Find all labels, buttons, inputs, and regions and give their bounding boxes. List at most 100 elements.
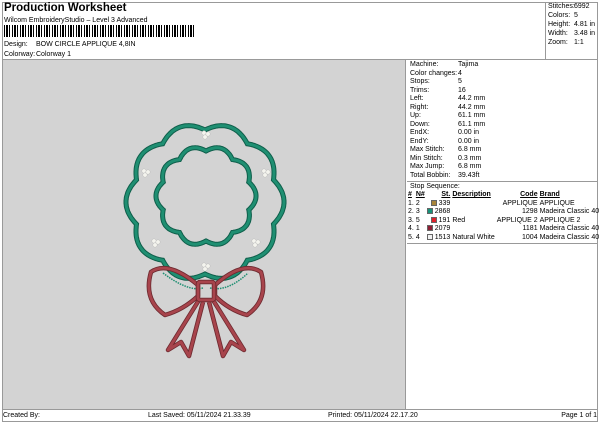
thread-number: 2079 [434, 225, 451, 233]
stat-item: Stops: 5 [410, 78, 595, 87]
thread-brand: APPLIQUE [539, 199, 575, 207]
stat-item-label: Max Stitch: [410, 146, 445, 153]
thread-st: 1513 [426, 233, 452, 243]
needle-number: 2 [415, 199, 420, 207]
design-row: Design: BOW CIRCLE APPLIQUE 4,8IN [4, 41, 136, 48]
stat-item-label: Stops: [410, 78, 430, 85]
thread-brand: APPLIQUE 2 [539, 216, 581, 224]
bow-knot [196, 280, 216, 302]
stat-item: Trims: 16 [410, 87, 595, 96]
stat-item: Min Stitch: 0.3 mm [410, 155, 595, 164]
col-index: # [408, 191, 412, 198]
colorway-label: Colorway: [4, 51, 36, 58]
stat-item-label: Color changes: [410, 69, 458, 77]
stop-row: 3. 5 191 Red APPLIQUE 2 APPLIQUE 2 [407, 216, 600, 226]
summary-item-value: 5 [574, 12, 578, 19]
info-panel: Machine: Tajima Color changes: 4 Stops: 5 Trim… [407, 60, 600, 409]
stat-item: Up: 61.1 mm [410, 112, 595, 121]
thread-st: 2868 [426, 208, 452, 217]
berry [202, 266, 208, 272]
stat-item-label: EndY: [410, 137, 429, 145]
stop-row: 4. 1 2079 1181 Madeira Classic 40 [407, 225, 600, 234]
col-number: N# [415, 191, 425, 198]
design-preview [3, 60, 406, 409]
stat-item: Max Jump: 6.8 mm [410, 163, 595, 172]
stat-item-label: EndX: [410, 129, 430, 136]
colorway-name: Colorway 1 [36, 51, 72, 58]
stop-row: 2. 3 2868 1298 Madeira Classic 40 [407, 208, 600, 217]
thread-number: 339 [438, 199, 451, 207]
thread-st: 191 [426, 216, 452, 226]
stop-index: 2. [408, 208, 414, 216]
summary-item: Width: 3.48 in [546, 29, 598, 38]
berry [252, 242, 258, 248]
thread-number: 1513 [434, 233, 451, 241]
stat-item-value: 44.2 mm [458, 95, 486, 102]
design-name: BOW CIRCLE APPLIQUE 4,8IN [36, 41, 136, 48]
stat-item-value: 39.43ft [458, 171, 480, 179]
thread-number: 2868 [434, 208, 451, 216]
thread-code: 1298 [522, 208, 538, 216]
thread-brand: Madeira Classic 40 [539, 233, 600, 241]
stat-item-value: 5 [458, 78, 462, 85]
stat-item-value: 61.1 mm [458, 120, 486, 128]
stat-item: Color changes: 4 [410, 70, 595, 79]
stat-item-label: Trims: [410, 86, 430, 94]
berry [202, 134, 208, 140]
color-swatch [426, 208, 433, 215]
stat-item: Left: 44.2 mm [410, 95, 595, 104]
thread-code: 1181 [522, 225, 538, 233]
stat-item-value: 6.8 mm [458, 146, 482, 153]
summary-item-label: Colors: [548, 12, 571, 19]
thread-description [451, 208, 495, 217]
created-by: Created By: [3, 412, 40, 419]
berry [261, 168, 267, 174]
stat-item-label: Left: [410, 95, 424, 102]
summary-item-value: 1:1 [574, 39, 584, 46]
summary-item-label: Zoom: [548, 39, 568, 46]
thread-brand: Madeira Classic 40 [539, 208, 600, 216]
needle-number: 1 [415, 225, 420, 233]
berry [201, 130, 207, 136]
summary-item: Stitches: 6992 [546, 2, 598, 11]
color-swatch [426, 233, 433, 240]
stat-item-label: Total Bobbin: [410, 171, 451, 179]
needle-number: 3 [415, 208, 420, 216]
summary-item: Colors: 5 [546, 11, 598, 20]
stat-item-label: Max Jump: [410, 163, 445, 170]
thread-number: 191 [438, 216, 451, 224]
berry [152, 242, 158, 248]
summary-item-value: 3.48 in [574, 30, 596, 37]
stat-item: Right: 44.2 mm [410, 104, 595, 113]
berry [262, 172, 268, 178]
stat-item: Total Bobbin: 39.43ft [410, 172, 595, 181]
embroidery-design [123, 123, 287, 359]
stat-item: EndX: 0.00 in [410, 129, 595, 138]
stat-item-value: 6.8 mm [458, 163, 482, 170]
stat-item: Max Stitch: 6.8 mm [410, 146, 595, 155]
stat-item-value: 4 [458, 69, 462, 77]
summary-item-label: Stitches: [548, 3, 575, 10]
thread-description: Natural White [452, 233, 495, 241]
stat-item-value: 0.3 mm [458, 154, 482, 162]
stop-sequence-table: # N# St. Description Code Brand 1. 2 339 … [407, 191, 600, 243]
thread-brand: Madeira Classic 40 [539, 225, 600, 233]
stat-item-value: 16 [458, 86, 466, 94]
bow-knot-outline [195, 279, 217, 303]
stop-sequence-title: Stop Sequence: [407, 181, 598, 191]
thread-description [451, 225, 495, 234]
needle-number: 5 [415, 216, 420, 224]
thread-st: 339 [426, 199, 452, 209]
stat-item-label: Down: [410, 120, 430, 128]
stop-row: 1. 2 339 APPLIQUE APPLIQUE [407, 199, 600, 209]
col-brand: Brand [539, 191, 560, 198]
thread-code: APPLIQUE [502, 199, 538, 207]
summary-box: Stitches: 6992 Colors: 5 Height: 4.81 in Width… [545, 2, 598, 59]
stat-item-label: Machine: [410, 61, 439, 68]
berry [201, 262, 207, 268]
summary-item: Zoom: 1:1 [546, 38, 598, 47]
stop-index: 5. [408, 233, 414, 241]
needle-number: 4 [415, 233, 420, 241]
design-label: Design: [4, 41, 28, 48]
thread-code: APPLIQUE 2 [496, 216, 538, 224]
